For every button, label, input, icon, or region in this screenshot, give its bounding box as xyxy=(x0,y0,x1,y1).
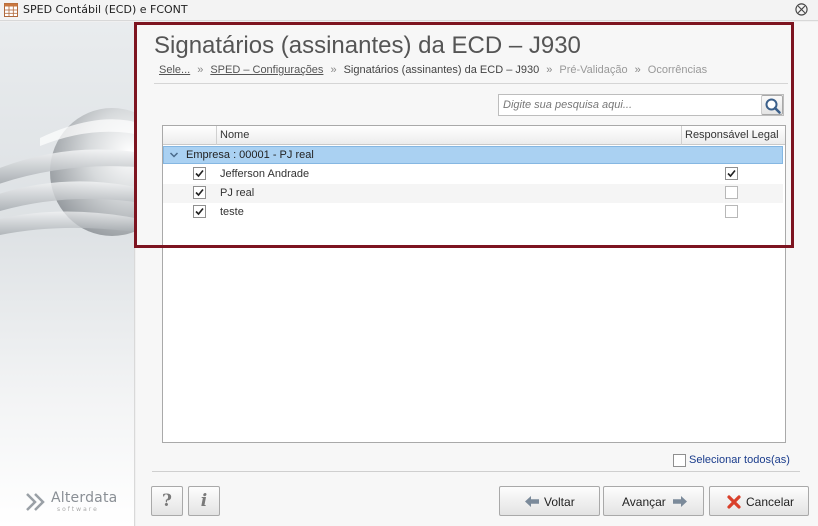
checkmark-icon xyxy=(195,169,204,178)
window-title: SPED Contábil (ECD) e FCONT xyxy=(23,3,188,16)
responsavel-legal-checkbox[interactable] xyxy=(725,167,738,180)
responsavel-legal-checkbox[interactable] xyxy=(725,186,738,199)
help-button[interactable]: ? xyxy=(151,486,183,516)
spreadsheet-app-icon xyxy=(4,3,18,17)
cancel-x-icon xyxy=(727,495,741,509)
grid-header-select-column xyxy=(163,126,217,145)
breadcrumb-step-selecao[interactable]: Sele... xyxy=(159,64,190,76)
search-box xyxy=(498,94,784,116)
info-button[interactable]: i xyxy=(188,486,220,516)
checkmark-icon xyxy=(727,169,736,178)
table-row[interactable]: teste xyxy=(163,203,783,222)
select-all-label[interactable]: Selecionar todos(as) xyxy=(689,454,790,466)
close-icon[interactable]: ⨂ xyxy=(795,2,808,17)
page-title: Signatários (assinantes) da ECD – J930 xyxy=(154,32,581,59)
grid-header: Nome Responsável Legal xyxy=(163,126,785,145)
cancelar-button[interactable]: Cancelar xyxy=(709,486,809,516)
breadcrumb-separator: » xyxy=(634,64,641,76)
breadcrumb-step-pre-validacao: Pré-Validação xyxy=(559,64,628,76)
breadcrumb-separator: » xyxy=(330,64,337,76)
wizard-content: Signatários (assinantes) da ECD – J930 S… xyxy=(136,22,818,526)
arrow-right-icon xyxy=(673,496,687,507)
wizard-side-panel: Alterdata software xyxy=(0,22,135,526)
header-divider xyxy=(154,83,788,84)
chevron-down-icon[interactable] xyxy=(169,149,179,161)
table-row[interactable]: Jefferson Andrade xyxy=(163,165,783,184)
row-select-checkbox[interactable] xyxy=(193,167,206,180)
row-name: PJ real xyxy=(220,187,255,199)
table-row[interactable]: PJ real xyxy=(163,184,783,203)
title-bar: SPED Contábil (ECD) e FCONT ⨂ xyxy=(0,0,818,21)
checkmark-icon xyxy=(195,188,204,197)
search-input[interactable] xyxy=(499,95,761,115)
group-label: Empresa : 00001 - PJ real xyxy=(186,149,314,161)
breadcrumb-separator: » xyxy=(197,64,204,76)
select-all-checkbox[interactable] xyxy=(673,454,686,467)
row-select-checkbox[interactable] xyxy=(193,205,206,218)
column-separator xyxy=(681,126,682,145)
brand-name: Alterdata xyxy=(51,490,118,506)
responsavel-legal-checkbox[interactable] xyxy=(725,205,738,218)
alterdata-logo-icon xyxy=(26,493,45,511)
breadcrumb-step-ocorrencias: Ocorrências xyxy=(647,64,708,76)
breadcrumb-separator: » xyxy=(546,64,553,76)
row-name: Jefferson Andrade xyxy=(220,168,310,180)
column-header-responsavel-legal[interactable]: Responsável Legal xyxy=(685,129,779,141)
brand-subtitle: software xyxy=(57,506,99,513)
breadcrumb-step-configuracoes[interactable]: SPED – Configurações xyxy=(210,64,323,76)
breadcrumb: Sele... » SPED – Configurações » Signatários… xyxy=(159,64,707,76)
arrow-left-icon xyxy=(525,496,539,507)
group-row-empresa[interactable]: Empresa : 00001 - PJ real xyxy=(163,146,783,164)
cancelar-label: Cancelar xyxy=(746,495,795,509)
search-button[interactable] xyxy=(761,95,783,115)
checkmark-icon xyxy=(195,207,204,216)
column-header-nome[interactable]: Nome xyxy=(220,129,249,141)
avancar-button[interactable]: Avançar xyxy=(603,486,704,516)
avancar-label: Avançar xyxy=(622,495,666,509)
breadcrumb-step-current: Signatários (assinantes) da ECD – J930 xyxy=(343,64,540,76)
magnifier-icon xyxy=(765,98,781,114)
voltar-button[interactable]: Voltar xyxy=(499,486,600,516)
signatarios-grid: Nome Responsável Legal Empresa : 00001 -… xyxy=(162,125,786,443)
row-select-checkbox[interactable] xyxy=(193,186,206,199)
row-name: teste xyxy=(220,206,244,218)
decorative-sphere-graphic xyxy=(0,108,134,236)
footer-divider xyxy=(152,471,800,472)
voltar-label: Voltar xyxy=(544,495,575,509)
